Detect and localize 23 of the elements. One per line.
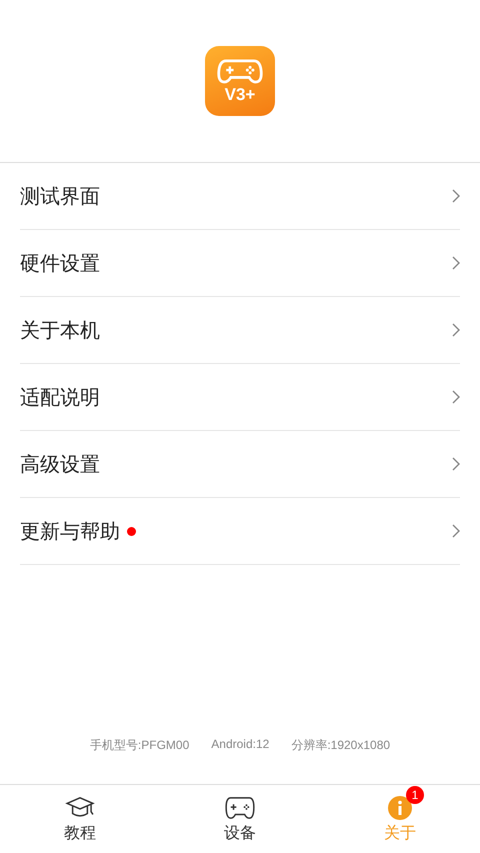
device-info-text: 分辨率:1920x1080: [291, 737, 390, 754]
gamepad-icon: [217, 58, 263, 84]
info-icon: [388, 796, 412, 820]
chevron-right-icon: [452, 524, 460, 538]
menu-item[interactable]: 测试界面: [20, 163, 460, 230]
chevron-right-icon: [452, 457, 460, 471]
menu-item[interactable]: 更新与帮助: [20, 498, 460, 565]
tab[interactable]: 1 关于: [320, 785, 480, 853]
chevron-right-icon: [452, 189, 460, 203]
tab[interactable]: 教程: [0, 785, 160, 853]
chevron-right-icon: [452, 390, 460, 404]
menu-item[interactable]: 适配说明: [20, 364, 460, 431]
logo-text: V3+: [224, 86, 256, 104]
notification-badge: 1: [406, 786, 424, 804]
gamepad-icon: [224, 796, 256, 820]
chevron-right-icon: [452, 323, 460, 337]
chevron-right-icon: [452, 256, 460, 270]
menu-item[interactable]: 高级设置: [20, 431, 460, 498]
device-info-text: Android:12: [211, 737, 270, 753]
tab[interactable]: 设备: [160, 785, 320, 853]
menu-item[interactable]: 关于本机: [20, 297, 460, 364]
device-info-text: 手机型号:PFGM00: [90, 737, 190, 754]
menu-item[interactable]: 硬件设置: [20, 230, 460, 297]
